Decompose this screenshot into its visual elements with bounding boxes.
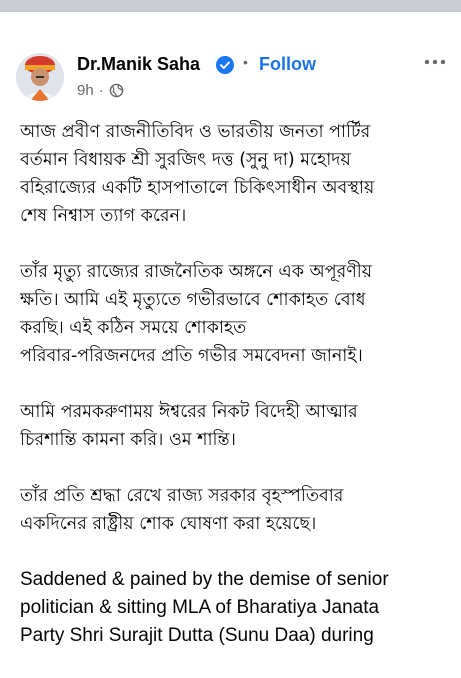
- more-options-icon[interactable]: [420, 52, 450, 72]
- verified-badge-icon: [216, 56, 234, 74]
- meta-separator: ·: [98, 82, 104, 99]
- post-body: আজ প্রবীণ রাজনীতিবিদ ও ভারতীয় জনতা পার্…: [20, 118, 452, 678]
- post-meta: 9h ·: [77, 82, 124, 99]
- follow-button[interactable]: Follow: [259, 54, 316, 75]
- post-paragraph-4: তাঁর প্রতি শ্রদ্ধা রেখে রাজ্য সরকার বৃহস…: [20, 486, 344, 534]
- post-paragraph-5: Saddened & pained by the demise of senio…: [20, 569, 389, 646]
- post-paragraph-1: আজ প্রবীণ রাজনীতিবিদ ও ভারতীয় জনতা পার্…: [20, 122, 375, 226]
- avatar[interactable]: [16, 53, 64, 101]
- post-paragraph-3: আমি পরমকরুণাময় ঈশ্বরের নিকট বিদেহী আত্ম…: [20, 402, 358, 450]
- post-header: Dr.Manik Saha • Follow 9h ·: [0, 48, 461, 108]
- header-separator: •: [243, 54, 248, 70]
- globe-icon[interactable]: [109, 83, 124, 98]
- top-divider-bar: [0, 0, 461, 12]
- author-name[interactable]: Dr.Manik Saha: [77, 54, 200, 75]
- post-paragraph-2: তাঁর মৃত্যু রাজ্যের রাজনৈতিক অঙ্গনে এক অ…: [20, 262, 373, 366]
- post-timestamp[interactable]: 9h: [77, 82, 94, 99]
